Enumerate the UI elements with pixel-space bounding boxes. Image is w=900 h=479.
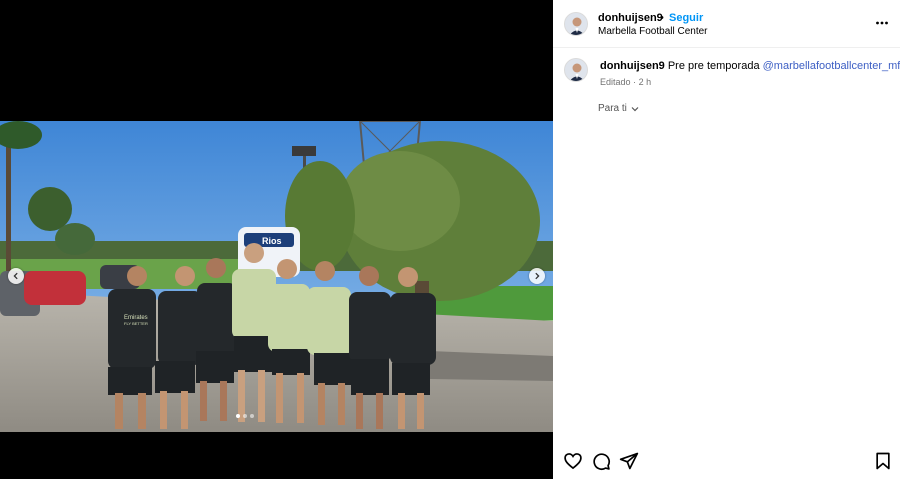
- post-actions: [553, 449, 900, 473]
- for-you-dropdown[interactable]: Para ti: [598, 103, 640, 114]
- carousel-dot: [236, 414, 240, 418]
- avatar[interactable]: [564, 12, 588, 36]
- follow-button[interactable]: Seguir: [669, 12, 703, 24]
- avatar-image: [565, 13, 587, 35]
- jersey-slogan: FLY BETTER: [124, 321, 148, 326]
- post-sidebar: donhuijsen9 • Seguir Marbella Football C…: [553, 0, 900, 479]
- caption-body: Pre pre temporada: [667, 60, 760, 72]
- send-icon: [619, 452, 639, 470]
- carousel-dots: [236, 414, 254, 418]
- carousel-dot: [250, 414, 254, 418]
- location-link[interactable]: Marbella Football Center: [598, 26, 708, 37]
- save-button[interactable]: [873, 451, 893, 471]
- media-pane: Rios Emirates FLY BETTER: [0, 0, 553, 479]
- avatar-image: [565, 59, 587, 81]
- edited-label: Editado: [600, 77, 631, 87]
- carousel-next-button[interactable]: [529, 268, 545, 284]
- team-photo: Rios Emirates FLY BETTER: [0, 121, 553, 432]
- vehicle-lettering: Rios: [262, 236, 282, 246]
- share-button[interactable]: [619, 451, 639, 471]
- heart-icon: [564, 453, 582, 470]
- comment-icon: [593, 453, 611, 471]
- more-options-icon: [876, 21, 888, 25]
- comment-button[interactable]: [591, 451, 611, 471]
- for-you-label: Para ti: [598, 103, 627, 114]
- post-header: donhuijsen9 • Seguir Marbella Football C…: [553, 0, 900, 48]
- like-button[interactable]: [563, 451, 583, 471]
- carousel-prev-button[interactable]: [8, 268, 24, 284]
- more-options-button[interactable]: [875, 16, 889, 30]
- username-link[interactable]: donhuijsen9: [598, 12, 663, 24]
- caption-mention[interactable]: @marbellafootballcenter_mfc: [763, 60, 900, 72]
- chevron-right-icon: [535, 272, 540, 280]
- post-photo[interactable]: Rios Emirates FLY BETTER: [0, 121, 553, 432]
- caption-meta: Editado · 2 h: [600, 77, 651, 87]
- bookmark-icon: [876, 452, 890, 470]
- carousel-dot: [243, 414, 247, 418]
- post-time[interactable]: 2 h: [639, 77, 652, 87]
- separator-dot: •: [660, 12, 664, 24]
- caption-avatar[interactable]: [564, 58, 588, 82]
- caption-username[interactable]: donhuijsen9: [600, 60, 665, 72]
- time-separator: ·: [633, 77, 637, 87]
- chevron-down-icon: [631, 106, 639, 111]
- chevron-left-icon: [13, 272, 18, 280]
- caption-text: donhuijsen9 Pre pre temporada @marbellaf…: [600, 60, 900, 72]
